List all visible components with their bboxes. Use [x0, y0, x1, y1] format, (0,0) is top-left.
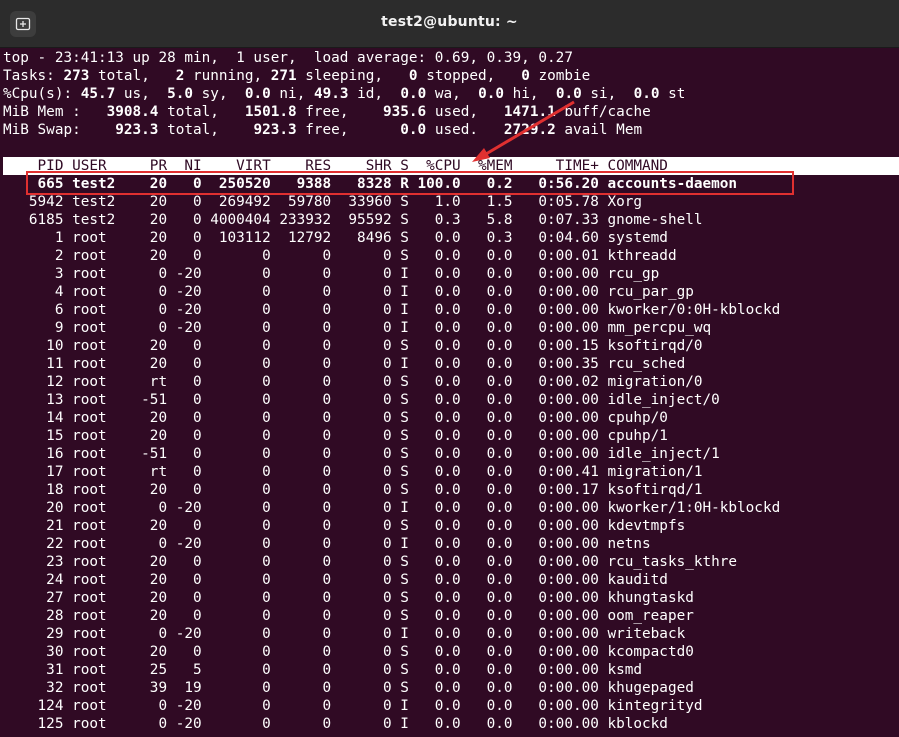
process-row: 21 root 20 0 0 0 0 S 0.0 0.0 0:00.00 kde… — [3, 518, 686, 534]
uptime-line: top - 23:41:13 up 28 min, 1 user, load a… — [3, 49, 899, 67]
uptime-text: top - 23:41:13 up 28 min, 1 user, load a… — [3, 50, 573, 66]
mem-free: 1501.8 — [227, 104, 297, 120]
terminal-text: %Cpu(s): — [3, 86, 81, 102]
terminal-text: total, — [158, 122, 228, 138]
process-row: 10 root 20 0 0 0 0 S 0.0 0.0 0:00.15 kso… — [3, 338, 703, 354]
process-row: 125 root 0 -20 0 0 0 I 0.0 0.0 0:00.00 k… — [3, 716, 668, 732]
terminal-text: wa, — [426, 86, 479, 102]
process-row: 3 root 0 -20 0 0 0 I 0.0 0.0 0:00.00 rcu… — [3, 266, 660, 282]
cpu-hi: 0.0 — [478, 86, 505, 102]
process-row: 1 root 20 0 103112 12792 8496 S 0.0 0.3 … — [3, 230, 668, 246]
process-row: 24 root 20 0 0 0 0 S 0.0 0.0 0:00.00 kau… — [3, 572, 668, 588]
process-row: 12 root rt 0 0 0 0 S 0.0 0.0 0:00.02 mig… — [3, 374, 703, 390]
process-row: 13 root -51 0 0 0 0 S 0.0 0.0 0:00.00 id… — [3, 392, 720, 408]
window-titlebar: test2@ubuntu: ~ — [0, 0, 899, 48]
process-row: 9 root 0 -20 0 0 0 I 0.0 0.0 0:00.00 mm_… — [3, 320, 712, 336]
cpu-ni: 0.0 — [244, 86, 271, 102]
terminal-text: si, — [581, 86, 634, 102]
process-row: 15 root 20 0 0 0 0 S 0.0 0.0 0:00.00 cpu… — [3, 428, 668, 444]
process-row: 17 root rt 0 0 0 0 S 0.0 0.0 0:00.41 mig… — [3, 464, 703, 480]
terminal-text: zombie — [529, 68, 591, 84]
process-row: 6185 test2 20 0 4000404 233932 95592 S 0… — [3, 212, 703, 228]
process-row: 27 root 20 0 0 0 0 S 0.0 0.0 0:00.00 khu… — [3, 590, 694, 606]
process-row: 6 root 0 -20 0 0 0 I 0.0 0.0 0:00.00 kwo… — [3, 302, 781, 318]
tasks-zombie: 0 — [521, 68, 530, 84]
process-table-header: PID USER PR NI VIRT RES SHR S %CPU %MEM … — [3, 157, 899, 175]
process-row: 18 root 20 0 0 0 0 S 0.0 0.0 0:00.17 kso… — [3, 482, 703, 498]
terminal-text: st — [659, 86, 686, 102]
tasks-line: Tasks: 273 total, 2 running, 271 sleepin… — [3, 67, 899, 85]
process-row: 23 root 20 0 0 0 0 S 0.0 0.0 0:00.00 rcu… — [3, 554, 738, 570]
process-row-highlighted: 665 test2 20 0 250520 9388 8328 R 100.0 … — [3, 176, 738, 192]
terminal-text: total, — [89, 68, 176, 84]
mem-used: 935.6 — [357, 104, 427, 120]
terminal-text: us, — [115, 86, 168, 102]
process-row: 20 root 0 -20 0 0 0 I 0.0 0.0 0:00.00 kw… — [3, 500, 781, 516]
window-title: test2@ubuntu: ~ — [381, 14, 518, 30]
terminal-text: running, — [184, 68, 271, 84]
terminal-text: MiB Mem : — [3, 104, 90, 120]
cpu-sy: 5.0 — [167, 86, 194, 102]
process-row: 4 root 0 -20 0 0 0 I 0.0 0.0 0:00.00 rcu… — [3, 284, 694, 300]
cpu-id: 49.3 — [313, 86, 349, 102]
tasks-stopped: 0 — [408, 68, 418, 84]
terminal-text: sy, — [193, 86, 245, 102]
process-row: 22 root 0 -20 0 0 0 I 0.0 0.0 0:00.00 ne… — [3, 536, 651, 552]
swap-avail: 2729.2 — [486, 122, 556, 138]
mem-total: 3908.4 — [89, 104, 159, 120]
process-row: 31 root 25 5 0 0 0 S 0.0 0.0 0:00.00 ksm… — [3, 662, 643, 678]
terminal-text: hi, — [504, 86, 556, 102]
cpu-si: 0.0 — [555, 86, 582, 102]
terminal-text: buff/cache — [555, 104, 651, 120]
swap-free: 923.3 — [227, 122, 297, 138]
cpu-wa: 0.0 — [400, 86, 427, 102]
terminal-text: ni, — [270, 86, 314, 102]
terminal-text: avail Mem — [555, 122, 643, 138]
tasks-total: 273 — [63, 68, 90, 84]
terminal-text: id, — [348, 86, 401, 102]
process-row: 28 root 20 0 0 0 0 S 0.0 0.0 0:00.00 oom… — [3, 608, 694, 624]
terminal-text: free, — [296, 104, 358, 120]
swap-used: 0.0 — [357, 122, 427, 138]
cpu-us: 45.7 — [80, 86, 116, 102]
process-table: 665 test2 20 0 250520 9388 8328 R 100.0 … — [3, 175, 899, 733]
process-row: 11 root 20 0 0 0 0 I 0.0 0.0 0:00.35 rcu… — [3, 356, 686, 372]
swap-line: MiB Swap: 923.3 total, 923.3 free, 0.0 u… — [3, 121, 899, 139]
terminal-text: used. — [426, 122, 487, 138]
process-row: 32 root 39 19 0 0 0 S 0.0 0.0 0:00.00 kh… — [3, 680, 694, 696]
terminal-text: sleeping, — [296, 68, 409, 84]
process-row: 16 root -51 0 0 0 0 S 0.0 0.0 0:00.00 id… — [3, 446, 720, 462]
process-row: 124 root 0 -20 0 0 0 I 0.0 0.0 0:00.00 k… — [3, 698, 703, 714]
process-row: 5942 test2 20 0 269492 59780 33960 S 1.0… — [3, 194, 643, 210]
mem-line: MiB Mem : 3908.4 total, 1501.8 free, 935… — [3, 103, 899, 121]
terminal-output[interactable]: top - 23:41:13 up 28 min, 1 user, load a… — [3, 49, 899, 733]
terminal-text: total, — [158, 104, 228, 120]
terminal-text: stopped, — [417, 68, 522, 84]
terminal-text: used, — [426, 104, 487, 120]
process-row: 14 root 20 0 0 0 0 S 0.0 0.0 0:00.00 cpu… — [3, 410, 668, 426]
terminal-text: free, — [296, 122, 358, 138]
terminal-text: Tasks: — [3, 68, 64, 84]
process-row: 2 root 20 0 0 0 0 S 0.0 0.0 0:00.01 kthr… — [3, 248, 677, 264]
process-row: 30 root 20 0 0 0 0 S 0.0 0.0 0:00.00 kco… — [3, 644, 694, 660]
cpu-line: %Cpu(s): 45.7 us, 5.0 sy, 0.0 ni, 49.3 i… — [3, 85, 899, 103]
mem-buff-cache: 1471.1 — [486, 104, 556, 120]
cpu-st: 0.0 — [633, 86, 660, 102]
tasks-sleeping: 271 — [270, 68, 297, 84]
swap-total: 923.3 — [89, 122, 159, 138]
process-row: 29 root 0 -20 0 0 0 I 0.0 0.0 0:00.00 wr… — [3, 626, 686, 642]
terminal-text: MiB Swap: — [3, 122, 90, 138]
